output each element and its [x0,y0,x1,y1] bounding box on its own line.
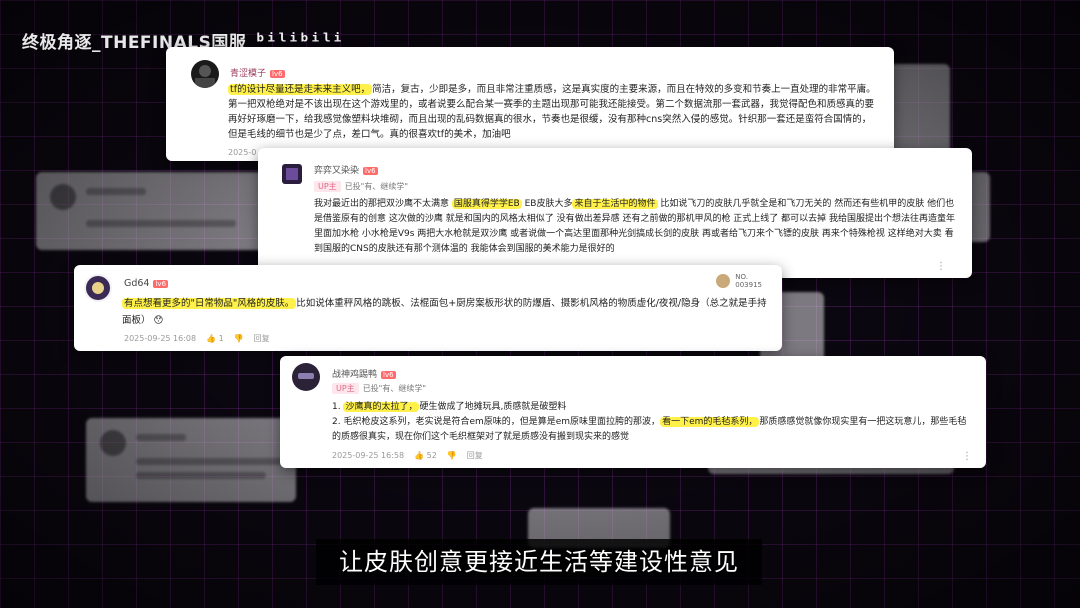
thumbs-up-icon: 👍 [414,451,425,460]
comment-body: 有点想看更多的"日常物品"风格的皮肤。 比如说体重秤风格的跳板、法棍面包+厨房案板… [122,298,767,326]
comment-meta: 2025-09-25 16:08 👍 1 👎 回复 [124,333,270,344]
level-badge: lv6 [381,370,396,379]
username[interactable]: Gd64 lv6 [124,278,169,289]
comment-card-1: 青涩模子 lv6 tf的设计尽量还是走未来主义吧， 简洁，复古，少即是多，而且非常注… [166,47,894,161]
more-options-icon[interactable]: ⋮ [962,451,972,462]
comment-card-2: 弈弈又染染 lv6 UP主 已投"有、继续学" 我对最近出的那把双沙鹰不太满意 国服… [258,148,972,278]
username[interactable]: 青涩模子 lv6 [230,66,285,79]
level-badge: lv6 [363,166,378,175]
like-button[interactable]: 👍 52 [414,451,437,460]
dislike-icon[interactable]: 👎 [234,334,244,343]
comment-card-4: 战神鸡踢鸭 lv6 UP主 已投"有、继续学" 1. 沙鹰真的太拉了， 硬生做成了地摊… [280,356,986,468]
comment-date: 2025-09-25 16:58 [332,451,405,460]
comment-date: 2025-0 [228,148,257,157]
thumbs-up-icon: 👍 [206,334,217,343]
highlighted-text: tf的设计尽量还是走未来主义吧， [228,84,373,95]
vote-tag: UP主 已投"有、继续学" [314,181,408,192]
level-badge: lv6 [270,69,285,78]
comment-date: 2025-09-25 16:08 [124,334,197,343]
vote-tag: UP主 已投"有、继续学" [332,383,426,394]
user-avatar[interactable] [292,363,320,391]
username[interactable]: 战神鸡踢鸭 lv6 [332,367,396,380]
username[interactable]: 弈弈又染染 lv6 [314,163,378,176]
comment-card-3: Gd64 lv6 NO. 003915 有点想看更多的"日常物品"风格的皮肤。 比如说… [74,265,782,351]
comment-meta: 2025-0 [228,148,256,157]
fan-badge-icon [716,274,731,288]
dislike-icon[interactable]: 👎 [447,451,457,460]
reply-button[interactable]: 回复 [254,333,270,344]
user-avatar[interactable] [84,274,112,302]
user-avatar[interactable] [278,160,306,188]
user-avatar[interactable] [191,60,219,88]
highlighted-text: 有点想看更多的"日常物品"风格的皮肤。 [122,298,297,309]
comment-body: 1. 沙鹰真的太拉了， 硬生做成了地摊玩具,质感就是破塑料 2. 毛织枪皮这系列，… [332,402,967,442]
level-badge: lv6 [153,279,169,288]
emoji-icon: 😯 [153,315,164,326]
like-button[interactable]: 👍 1 [206,334,224,343]
comment-body: tf的设计尽量还是走未来主义吧， 简洁，复古，少即是多，而且非常注重质感，这是真实… [228,84,876,140]
video-subtitle: 让皮肤创意更接近生活等建设性意见 [316,539,762,585]
comment-body: 我对最近出的那把双沙鹰不太满意 国服真得学学EB EB皮肤大多 来自于生活中的物件… [314,199,956,254]
comment-meta: 2025-09-25 16:58 👍 52 👎 回复 [332,450,483,461]
reply-button[interactable]: 回复 [467,450,483,461]
fan-badge: NO. 003915 [715,273,762,289]
more-options-icon[interactable]: ⋮ [936,261,946,272]
